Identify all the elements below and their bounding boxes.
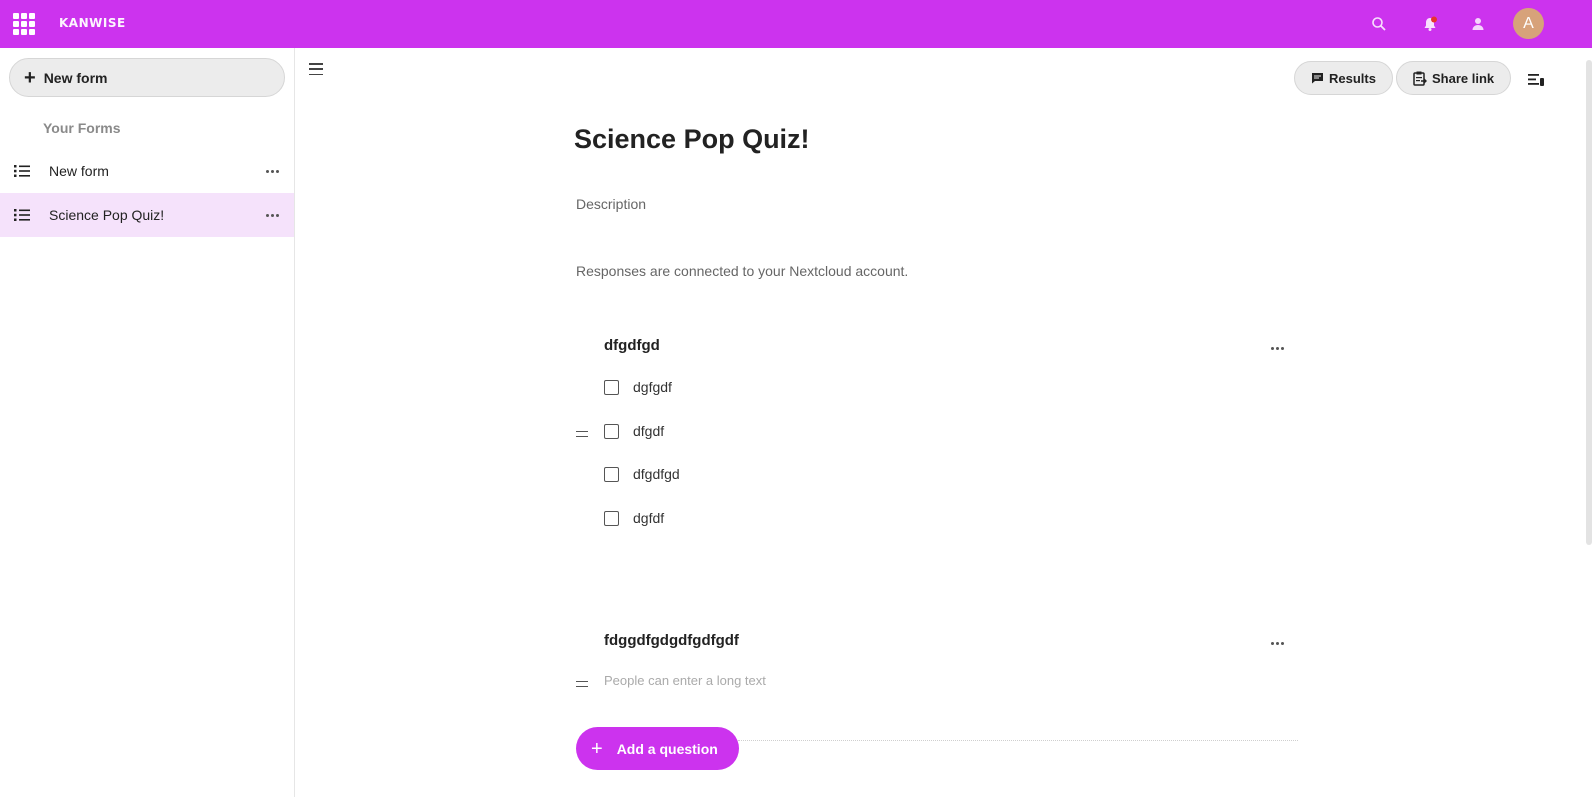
- list-icon: [14, 209, 30, 221]
- checkbox[interactable]: [604, 423, 619, 439]
- checkbox-option[interactable]: dgfdf: [604, 509, 664, 527]
- app-logo[interactable]: KANWISE: [59, 16, 126, 30]
- checkbox[interactable]: [604, 466, 619, 482]
- share-link-button-label: Share link: [1432, 70, 1495, 86]
- drag-handle-icon[interactable]: [576, 681, 588, 687]
- clipboard-icon: [1413, 71, 1427, 86]
- sidebar: + New form Your Forms New form Science P…: [0, 48, 295, 797]
- search-icon[interactable]: [1367, 12, 1391, 36]
- more-options-icon[interactable]: [262, 205, 282, 225]
- option-label: dfgdf: [633, 423, 665, 439]
- share-link-button[interactable]: Share link: [1396, 61, 1512, 95]
- sidebar-caption: Your Forms: [43, 120, 121, 136]
- plus-icon: +: [591, 737, 603, 760]
- checkbox[interactable]: [604, 510, 619, 526]
- checkbox[interactable]: [604, 379, 619, 395]
- checkbox-option[interactable]: dfgdfgd: [604, 465, 680, 483]
- option-label: dfgdfgd: [633, 466, 680, 482]
- toggle-navigation-icon[interactable]: [309, 62, 323, 76]
- form-settings-icon[interactable]: [1527, 70, 1545, 88]
- more-options-icon[interactable]: [1267, 338, 1287, 358]
- sidebar-item-label: Science Pop Quiz!: [49, 207, 165, 223]
- drag-handle-icon[interactable]: [576, 431, 588, 437]
- top-bar: KANWISE A: [0, 0, 1592, 48]
- long-text-placeholder: People can enter a long text: [604, 673, 766, 688]
- form-description-input[interactable]: Description: [576, 196, 646, 212]
- responses-info-text: Responses are connected to your Nextclou…: [576, 263, 909, 279]
- checkbox-option[interactable]: dgfgdf: [604, 378, 672, 396]
- sidebar-item-new-form[interactable]: New form: [0, 149, 294, 193]
- question-title-input[interactable]: dfgdfgd: [604, 337, 660, 354]
- question-title-input[interactable]: fdggdfgdgdfgdfgdf: [604, 632, 739, 649]
- add-question-label: Add a question: [616, 740, 718, 757]
- comment-icon: [1312, 73, 1323, 84]
- form-title-input[interactable]: Science Pop Quiz!: [574, 124, 810, 155]
- avatar[interactable]: A: [1513, 8, 1544, 39]
- new-form-button-label: New form: [43, 69, 108, 86]
- scrollbar[interactable]: [1586, 60, 1592, 545]
- more-options-icon[interactable]: [262, 161, 282, 181]
- new-form-button[interactable]: + New form: [9, 58, 285, 97]
- add-question-button[interactable]: + Add a question: [576, 727, 739, 770]
- notifications-icon[interactable]: [1418, 12, 1442, 36]
- sidebar-item-science-pop-quiz[interactable]: Science Pop Quiz!: [0, 193, 294, 237]
- sidebar-item-label: New form: [49, 163, 109, 179]
- more-options-icon[interactable]: [1267, 633, 1287, 653]
- results-button-label: Results: [1329, 70, 1376, 86]
- divider: [738, 740, 1298, 741]
- checkbox-option[interactable]: dfgdf: [604, 422, 664, 440]
- apps-icon[interactable]: [13, 13, 35, 35]
- plus-icon: +: [24, 66, 36, 89]
- option-label: dgfdf: [633, 510, 665, 526]
- contacts-icon[interactable]: [1466, 12, 1490, 36]
- list-icon: [14, 165, 30, 177]
- results-button[interactable]: Results: [1294, 61, 1393, 95]
- option-label: dgfgdf: [633, 379, 672, 395]
